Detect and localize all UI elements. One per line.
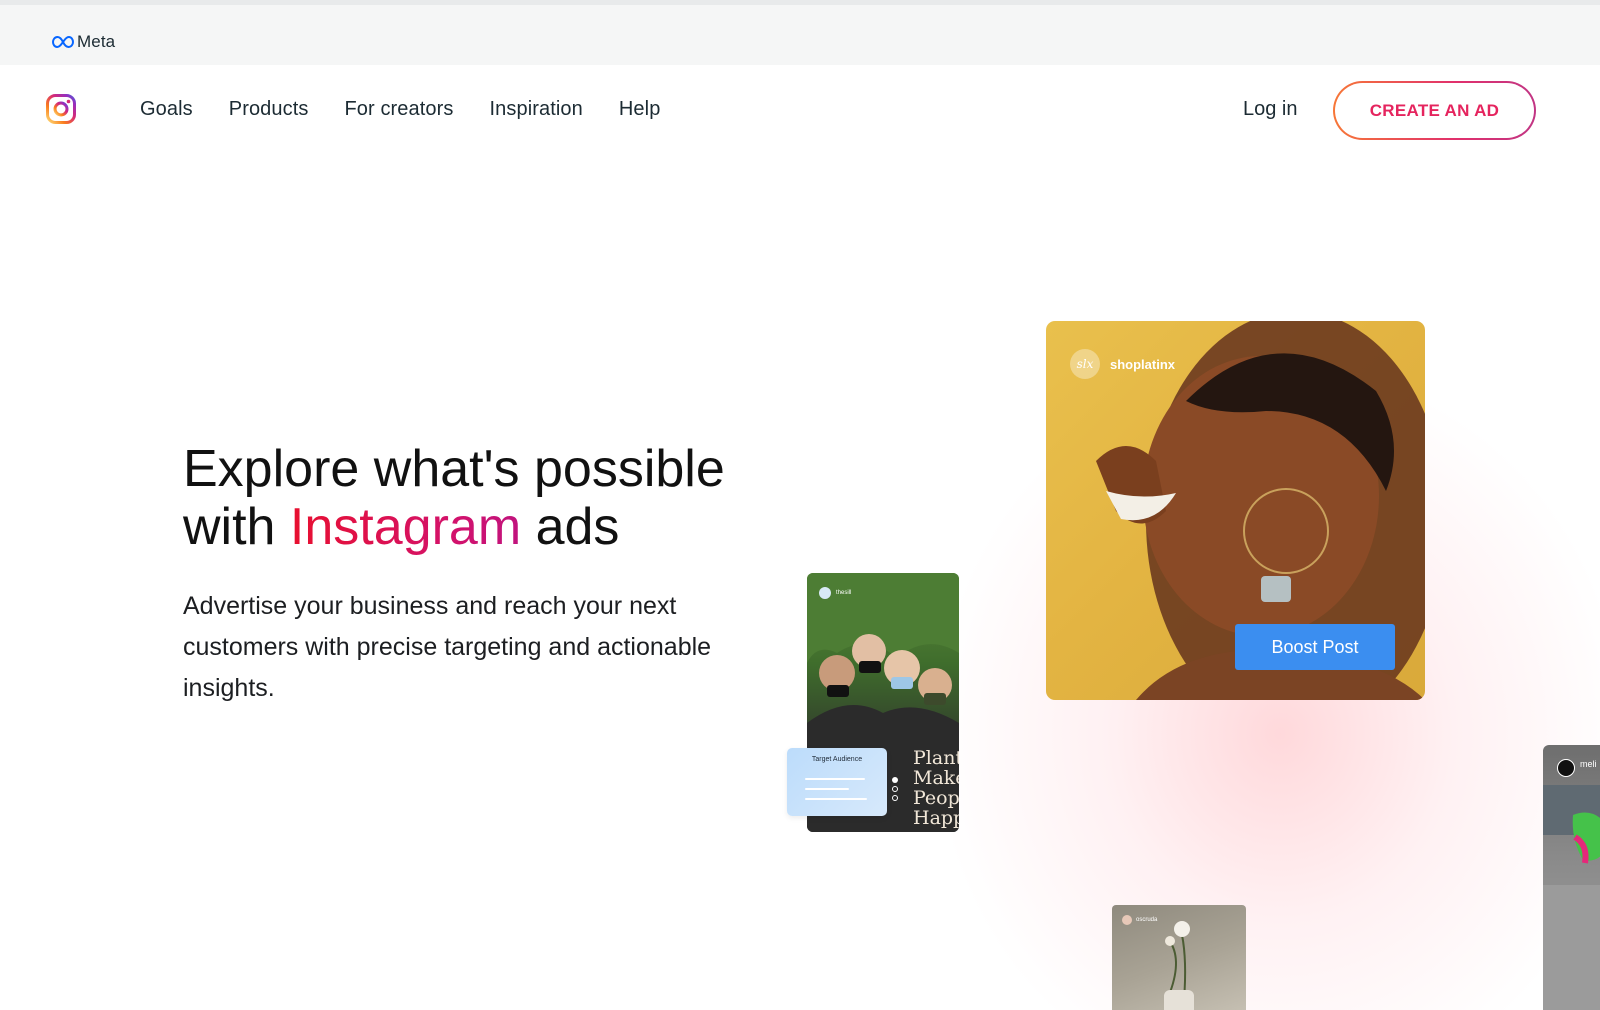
group-card-account: thesill xyxy=(819,587,851,599)
headline-line-1: Explore what's possible xyxy=(183,440,725,498)
target-audience-card: Target Audience xyxy=(787,748,898,816)
flower-card-handle: oscruda xyxy=(1136,917,1158,923)
hero-subtext: Advertise your business and reach your n… xyxy=(183,592,712,702)
group-card-avatar xyxy=(819,587,831,599)
main-card-avatar: slx xyxy=(1070,349,1100,379)
flower-card-account: oscruda xyxy=(1122,915,1157,925)
meta-logo[interactable]: Meta xyxy=(52,31,115,53)
target-audience-title: Target Audience xyxy=(811,756,863,763)
flower-card-avatar xyxy=(1122,915,1132,925)
headline-with: with xyxy=(183,498,290,556)
edge-photo xyxy=(1543,785,1600,1010)
ad-preview-card-main: slx shoplatinx Boost Post xyxy=(1046,321,1425,700)
group-card-handle: thesill xyxy=(836,590,852,596)
group-card-shirt-text: Plants Make People Happy xyxy=(913,747,959,829)
page: Meta Goals Products For creators Inspira… xyxy=(0,0,1600,1010)
nav-links: Goals Products For creators Inspiration … xyxy=(140,98,696,121)
meta-top-bar: Meta xyxy=(0,0,1600,65)
target-radio-2 xyxy=(892,786,898,792)
target-line-3 xyxy=(805,798,867,800)
nav-link-inspiration[interactable]: Inspiration xyxy=(490,98,583,121)
ad-preview-card-flower: oscruda xyxy=(1112,905,1246,1010)
nav-link-goals[interactable]: Goals xyxy=(140,98,193,121)
edge-card-handle: meli xyxy=(1580,759,1597,769)
main-card-account: slx shoplatinx xyxy=(1070,349,1175,379)
meta-brand-label: Meta xyxy=(77,32,116,51)
main-card-handle: shoplatinx xyxy=(1110,356,1176,372)
target-line-1 xyxy=(805,778,865,780)
target-line-2 xyxy=(805,788,849,790)
nav-link-help[interactable]: Help xyxy=(619,98,661,121)
meta-infinity-icon xyxy=(52,36,74,48)
headline-accent-instagram: Instagram xyxy=(289,498,522,556)
hero-headline: Explore what's possible with Instagram a… xyxy=(183,440,803,556)
main-nav: Goals Products For creators Inspiration … xyxy=(0,65,1600,157)
create-an-ad-button[interactable]: CREATE AN AD xyxy=(1333,81,1536,140)
create-an-ad-label: CREATE AN AD xyxy=(1335,83,1534,138)
target-radio-1 xyxy=(892,777,898,783)
headline-ads: ads xyxy=(521,498,620,556)
nav-link-products[interactable]: Products xyxy=(229,98,309,121)
target-radio-3 xyxy=(892,795,898,801)
edge-card-avatar xyxy=(1557,759,1575,777)
boost-post-button[interactable]: Boost Post xyxy=(1235,624,1395,670)
instagram-logo-icon[interactable] xyxy=(45,93,77,125)
login-link[interactable]: Log in xyxy=(1243,98,1298,121)
ad-preview-card-edge: meli xyxy=(1543,745,1600,1010)
nav-link-for-creators[interactable]: For creators xyxy=(344,98,453,121)
